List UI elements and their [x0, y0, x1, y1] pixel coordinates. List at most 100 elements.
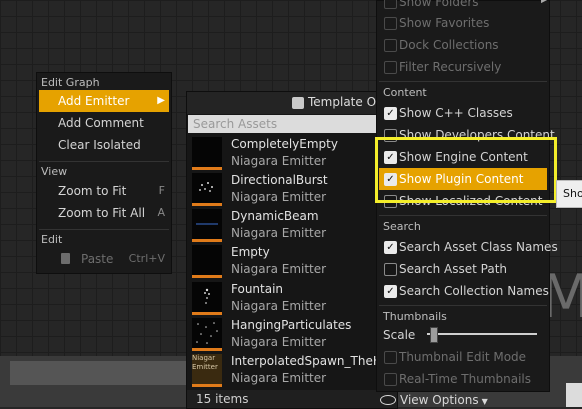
asset-item[interactable]: Fountain Niagara Emitter [192, 282, 392, 318]
option-label: Filter Recursively [399, 60, 502, 74]
checkbox[interactable] [384, 39, 397, 52]
add-comment-label: Add Comment [58, 116, 144, 130]
asset-item[interactable]: Niagar Emitter InterpolatedSpawn_TheHyp … [192, 354, 397, 390]
search-input[interactable] [188, 115, 383, 133]
eye-icon [380, 395, 396, 405]
menu-divider [379, 81, 547, 82]
asset-name: CompletelyEmpty [231, 137, 338, 151]
asset-type: Niagara Emitter [231, 299, 327, 313]
beam-icon [196, 223, 218, 225]
scale-slider-track[interactable] [427, 333, 537, 335]
asset-type: Niagara Emitter [231, 190, 327, 204]
clear-isolated-item[interactable]: Clear Isolated [39, 134, 169, 156]
emitter-picker: Template Only CompletelyEmpty Niagara Em… [186, 91, 398, 409]
thumbnail-edit-mode-option[interactable]: Thumbnail Edit Mode [379, 346, 547, 368]
checkbox[interactable] [384, 17, 397, 30]
checkbox[interactable] [384, 129, 397, 142]
menu-divider [39, 229, 169, 230]
tooltip: Sho [556, 180, 582, 208]
show-engine-content-option[interactable]: ✓ Show Engine Content [379, 146, 547, 168]
show-cpp-classes-option[interactable]: ✓ Show C++ Classes [379, 102, 547, 124]
view-options-button[interactable]: View Options ▼ [380, 393, 488, 407]
checkbox[interactable] [384, 0, 397, 9]
asset-type: Niagara Emitter [231, 226, 327, 240]
zoom-to-fit-all-label: Zoom to Fit All [58, 206, 146, 220]
emitter-thumbnail [192, 209, 222, 242]
option-label: Show Developers Content [399, 128, 555, 142]
checkmark-icon[interactable]: ✓ [384, 107, 397, 120]
option-label: Show Localized Content [399, 194, 543, 208]
option-label: Show Engine Content [399, 150, 528, 164]
checkbox[interactable] [384, 61, 397, 74]
add-emitter-item[interactable]: Add Emitter ▶ [39, 90, 169, 112]
option-label: Real-Time Thumbnails [399, 372, 532, 386]
add-comment-item[interactable]: Add Comment [39, 112, 169, 134]
asset-item[interactable]: DynamicBeam Niagara Emitter [192, 209, 392, 245]
search-asset-class-names-option[interactable]: ✓ Search Asset Class Names [379, 236, 558, 258]
real-time-thumbnails-option[interactable]: Real-Time Thumbnails [379, 368, 547, 390]
checkbox[interactable] [384, 373, 397, 386]
asset-name: Empty [231, 245, 270, 259]
asset-type: Niagara Emitter [231, 371, 327, 385]
clipboard-icon [61, 253, 70, 264]
scale-row: Scale [379, 324, 547, 346]
checkmark-icon[interactable]: ✓ [384, 241, 397, 254]
search-collection-names-option[interactable]: ✓ Search Collection Names [379, 280, 549, 302]
show-favorites-option[interactable]: Show Favorites [379, 12, 547, 34]
zoom-to-fit-item[interactable]: Zoom to Fit F [39, 180, 169, 202]
checkmark-icon[interactable]: ✓ [384, 173, 397, 186]
scale-slider-handle[interactable] [430, 327, 438, 343]
checkmark-icon[interactable]: ✓ [384, 151, 397, 164]
graph-context-menu: Edit Graph Add Emitter ▶ Add Comment Cle… [36, 72, 172, 274]
paste-item[interactable]: Paste Ctrl+V [39, 248, 169, 270]
option-label: Show Folders [399, 0, 479, 9]
filter-recursively-option[interactable]: Filter Recursively [379, 56, 547, 78]
clear-isolated-label: Clear Isolated [58, 138, 141, 152]
option-label: Dock Collections [399, 38, 499, 52]
edit-graph-header: Edit Graph [41, 76, 100, 89]
search-asset-path-option[interactable]: Search Asset Path [379, 258, 547, 280]
option-label: Thumbnail Edit Mode [399, 350, 527, 364]
option-label: Show Plugin Content [399, 172, 524, 186]
option-label: Show Favorites [399, 16, 490, 30]
checkbox[interactable] [384, 195, 397, 208]
menu-divider [379, 305, 547, 306]
view-options-menu: Show Folders ▶ Show Favorites Dock Colle… [376, 0, 558, 392]
checkbox[interactable] [384, 263, 397, 276]
checkmark-icon[interactable]: ✓ [384, 285, 397, 298]
edit-header: Edit [41, 233, 63, 246]
side-panel-edge [566, 383, 582, 407]
fountain-icon [204, 288, 210, 304]
show-localized-content-option[interactable]: Show Localized Content [379, 190, 547, 212]
emitter-thumbnail [192, 137, 222, 170]
asset-type: Niagara Emitter [231, 154, 327, 168]
asset-item[interactable]: Empty Niagara Emitter [192, 245, 392, 281]
paste-label: Paste [81, 252, 114, 266]
show-plugin-content-option[interactable]: ✓ Show Plugin Content [379, 168, 547, 190]
add-emitter-label: Add Emitter [58, 94, 130, 108]
template-only-row: Template Only [187, 92, 397, 114]
asset-item[interactable]: DirectionalBurst Niagara Emitter [192, 173, 392, 209]
zoom-to-fit-all-item[interactable]: Zoom to Fit All A [39, 202, 169, 224]
view-options-label: View Options [400, 393, 479, 407]
checkbox[interactable] [384, 351, 397, 364]
emitter-thumbnail [192, 173, 222, 206]
asset-name: Fountain [231, 282, 284, 296]
asset-item[interactable]: HangingParticulates Niagara Emitter [192, 318, 392, 354]
asset-item[interactable]: CompletelyEmpty Niagara Emitter [192, 137, 392, 173]
menu-divider [379, 215, 547, 216]
emitter-thumbnail [192, 245, 222, 278]
asset-name: DynamicBeam [231, 209, 319, 223]
content-header: Content [383, 86, 427, 99]
asset-name: HangingParticulates [231, 318, 352, 332]
zoom-to-fit-shortcut: F [158, 184, 165, 197]
particulates-icon [196, 322, 218, 344]
show-developers-content-option[interactable]: Show Developers Content [379, 124, 555, 146]
thumbnails-header: Thumbnails [383, 310, 447, 323]
scale-label: Scale [383, 328, 416, 342]
template-only-checkbox[interactable] [292, 97, 304, 109]
picker-footer: 15 items [187, 390, 397, 408]
submenu-arrow-icon: ▶ [541, 0, 548, 5]
asset-type: Niagara Emitter [231, 262, 327, 276]
dock-collections-option[interactable]: Dock Collections [379, 34, 547, 56]
